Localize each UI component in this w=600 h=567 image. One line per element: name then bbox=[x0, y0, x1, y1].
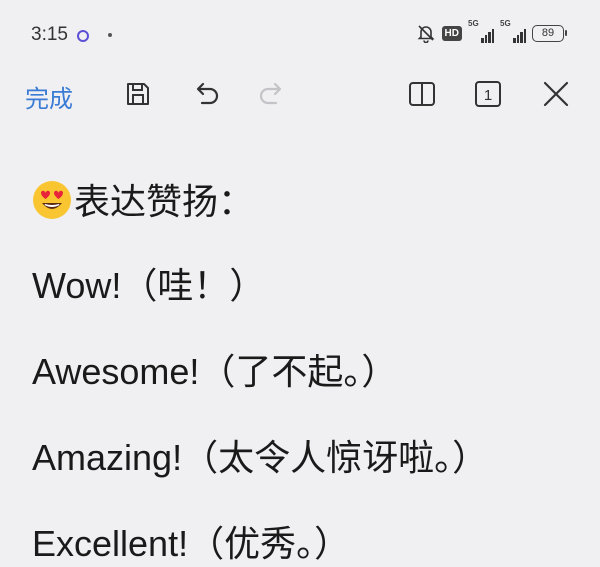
redo-button[interactable] bbox=[256, 78, 288, 110]
undo-icon bbox=[196, 82, 219, 105]
save-button[interactable] bbox=[122, 78, 154, 110]
document-line[interactable]: Excellent!（优秀。） bbox=[32, 524, 350, 564]
notification-ring-icon bbox=[77, 30, 89, 42]
page-count-icon: 1 bbox=[475, 81, 501, 107]
signal-icon-2: 5G bbox=[500, 19, 526, 43]
signal-icon-1: 5G bbox=[468, 19, 494, 43]
split-view-icon bbox=[409, 82, 435, 106]
editor-toolbar: 完成 1 bbox=[0, 70, 600, 118]
done-button[interactable]: 完成 bbox=[25, 79, 73, 114]
document-line-heading[interactable]: 表达赞扬： bbox=[32, 180, 255, 222]
signal-label-2: 5G bbox=[500, 19, 511, 28]
page-count-button[interactable]: 1 bbox=[472, 78, 504, 110]
document-line[interactable]: Amazing!（太令人惊讶啦。） bbox=[32, 438, 488, 478]
undo-button[interactable] bbox=[190, 78, 222, 110]
status-bar: 3:15 HD 5G 5G 89 bbox=[0, 0, 600, 70]
smiling-face-with-heart-eyes-icon bbox=[33, 181, 71, 219]
notification-dot-icon bbox=[108, 33, 112, 37]
save-icon bbox=[127, 83, 149, 105]
page-count-value: 1 bbox=[484, 87, 492, 104]
document-line-heading-text: 表达赞扬： bbox=[74, 181, 255, 222]
signal-label-1: 5G bbox=[468, 19, 479, 28]
redo-icon bbox=[259, 82, 282, 105]
document-line[interactable]: Awesome!（了不起。） bbox=[32, 352, 397, 392]
bell-muted-icon bbox=[417, 25, 434, 43]
split-view-button[interactable] bbox=[406, 78, 438, 110]
close-icon bbox=[543, 81, 569, 107]
status-time: 3:15 bbox=[31, 24, 68, 45]
close-button[interactable] bbox=[540, 78, 572, 110]
battery-icon: 89 bbox=[532, 24, 567, 42]
hd-voice-badge: HD bbox=[441, 25, 462, 41]
document-line[interactable]: Wow!（哇！） bbox=[32, 266, 265, 306]
status-icons: HD 5G 5G 89 bbox=[416, 19, 567, 43]
